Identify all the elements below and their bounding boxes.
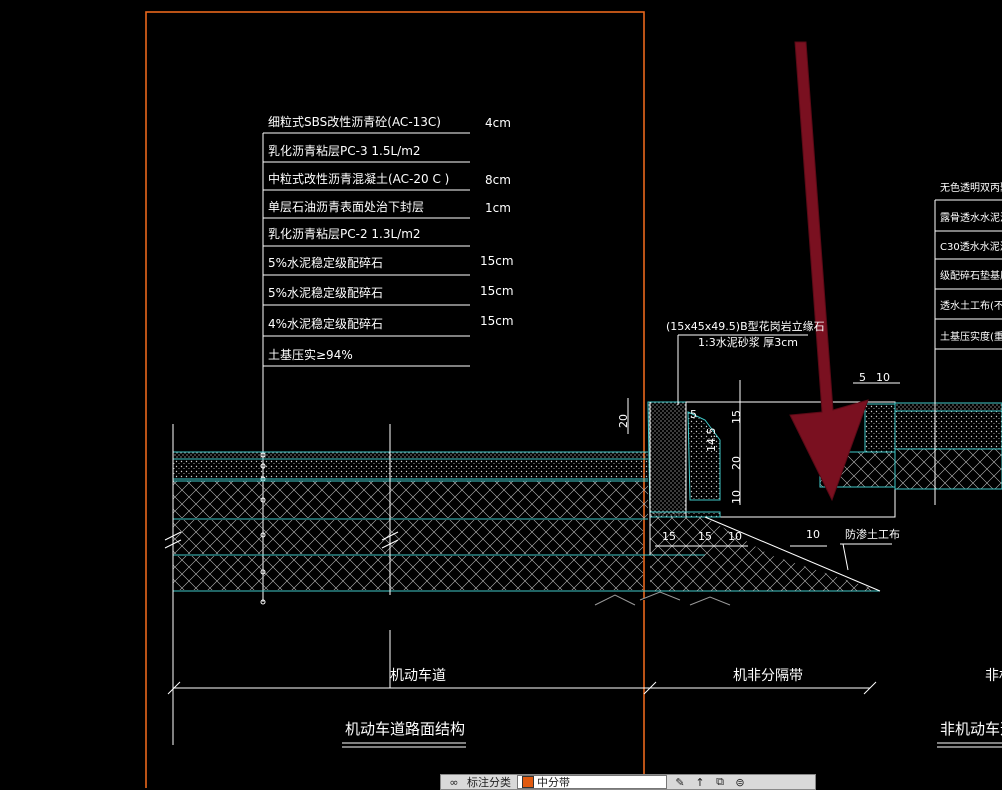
layer-thickness-3: 8cm: [485, 173, 511, 187]
match-layer-icon[interactable]: ✎: [673, 776, 687, 789]
curb-mortar-label: 1:3水泥砂浆 厚3cm: [698, 336, 798, 349]
dim-10-top: 10: [876, 371, 890, 384]
dim-14-5: 14.5: [705, 427, 718, 453]
geotextile-label: 防渗土工布: [845, 528, 900, 541]
dim-5: 5: [690, 408, 697, 421]
dim-10-ground: 10: [806, 528, 820, 541]
layer-label-4: 单层石油沥青表面处治下封层: [268, 200, 425, 214]
right-layer-label-1: 无色透明双丙聚氨: [940, 183, 1002, 194]
layer-state-icon[interactable]: ⧉: [713, 775, 727, 789]
layer-label-5: 乳化沥青粘层PC-2 1.3L/m2: [268, 227, 421, 241]
dim-5-top: 5: [859, 371, 866, 384]
zone-separator: 机非分隔带: [733, 668, 803, 684]
dim-15-b: 15: [698, 530, 712, 543]
right-layer-label-3: C30透水水泥混凝: [940, 242, 1002, 253]
layer-lock-icon[interactable]: ⊜: [733, 776, 747, 789]
layer-select[interactable]: 中分带: [517, 775, 667, 789]
previous-layer-icon[interactable]: ↑: [693, 776, 707, 789]
dim-15-a: 15: [662, 530, 676, 543]
dim-20-left: 20: [617, 414, 630, 428]
layer-label-8: 4%水泥稳定级配碎石: [268, 317, 384, 331]
title-underlines: [342, 742, 1002, 748]
layer-thickness-7: 15cm: [480, 284, 514, 298]
curb-spec-label: (15x45x49.5)B型花岗岩立缘石: [666, 320, 825, 333]
layer-thickness-8: 15cm: [480, 314, 514, 328]
dim-10-a: 10: [728, 530, 742, 543]
right-layer-label-6: 土基压实度(重型: [940, 332, 1002, 343]
layer-label-3: 中粒式改性沥青混凝土(AC-20 C ): [268, 172, 450, 186]
title-motor-structure: 机动车道路面结构: [345, 720, 466, 738]
dim-20-vertical: 20: [730, 456, 743, 470]
dim-15-vertical: 15: [730, 410, 743, 424]
zone-motor-lane: 机动车道: [390, 668, 446, 684]
layer-label-1: 细粒式SBS改性沥青砼(AC-13C): [268, 115, 441, 129]
layer-color-swatch: [522, 776, 534, 788]
ground-marks: [594, 591, 731, 606]
layer-label-9: 土基压实≥94%: [268, 348, 353, 362]
layer-thickness-1: 4cm: [485, 116, 511, 130]
right-layer-label-4: 级配碎石垫基层: [940, 271, 1002, 282]
title-nonmotor-structure: 非机动车道: [940, 720, 1002, 738]
red-arrow-annotation: [789, 41, 869, 502]
layer-label-2: 乳化沥青粘层PC-3 1.5L/m2: [268, 144, 421, 158]
right-layer-label-5: 透水土工布(不小: [940, 301, 1002, 312]
dim-10-vertical: 10: [730, 490, 743, 504]
layer-thickness-4: 1cm: [485, 201, 511, 215]
layer-thickness-6: 15cm: [480, 254, 514, 268]
zone-nonmotor-lane: 非机: [985, 668, 1002, 684]
layer-label-7: 5%水泥稳定级配碎石: [268, 286, 384, 300]
right-layer-label-2: 露骨透水水泥混凝: [940, 213, 1002, 224]
layer-label-6: 5%水泥稳定级配碎石: [268, 256, 384, 270]
layer-manager-icon[interactable]: ∞: [447, 776, 461, 789]
